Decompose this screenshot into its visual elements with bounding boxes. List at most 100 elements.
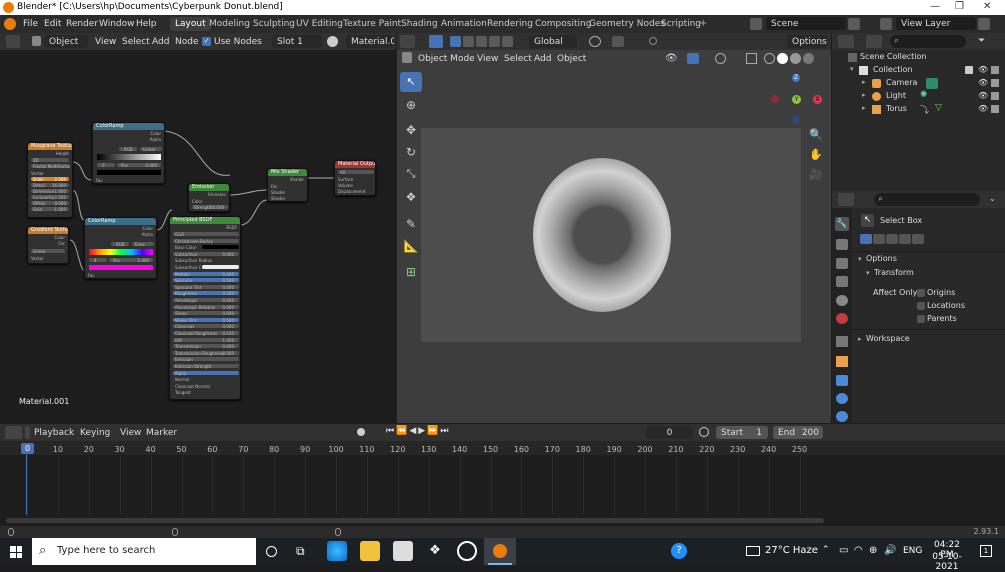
options-expand-icon[interactable]: ▾ xyxy=(858,255,862,263)
overlay-toggle-icon[interactable] xyxy=(715,53,726,64)
timeline-scrollbar[interactable] xyxy=(6,518,824,523)
taskbar-search-input[interactable]: ⌕ Type here to search xyxy=(32,538,256,565)
origins-checkbox[interactable] xyxy=(917,289,925,297)
outliner-search-input[interactable]: ⌕ xyxy=(890,35,966,48)
maximize-icon[interactable]: ❐ xyxy=(955,1,964,12)
collection-checkbox[interactable] xyxy=(965,66,973,74)
workspace-section-header[interactable]: Workspace xyxy=(866,334,910,343)
zoom-icon[interactable]: 🔍 xyxy=(809,128,823,141)
material-sphere-icon[interactable] xyxy=(327,36,338,47)
outliner-item-camera[interactable]: ▸ Camera 👁 xyxy=(832,78,1005,91)
gizmo-x-axis[interactable]: X xyxy=(813,95,822,104)
weather-text[interactable]: 27°C Haze xyxy=(765,545,818,556)
field-value[interactable]: 1.000 xyxy=(55,207,66,212)
clock-date[interactable]: 05-10-2021 xyxy=(926,552,968,572)
menu-view[interactable]: View xyxy=(477,54,498,64)
bsdf-input-value[interactable]: 0.000 xyxy=(223,298,234,303)
view-layer-icon[interactable] xyxy=(880,18,892,30)
play-reverse-icon[interactable]: ◀ xyxy=(409,426,418,436)
node-emission[interactable]: Emission Emission Color Strength 10.000 xyxy=(188,183,230,212)
expand-arrow-icon[interactable]: ▸ xyxy=(862,104,866,112)
menu-add[interactable]: Add xyxy=(534,54,551,64)
menu-help[interactable]: Help xyxy=(136,19,157,29)
rotate-tool-icon[interactable]: ↻ xyxy=(400,142,422,162)
filter-icon[interactable]: ⏷ xyxy=(978,36,985,46)
gizmo-neg-z[interactable] xyxy=(792,116,800,124)
display-mode-icon[interactable] xyxy=(866,35,882,48)
field-value[interactable]: 16.000 xyxy=(52,183,66,188)
eye-icon[interactable]: 👁 xyxy=(978,91,988,100)
gizmo-y-axis[interactable]: Y xyxy=(792,95,801,104)
gizmo-toggle-icon[interactable] xyxy=(687,53,699,64)
weather-widget-icon[interactable] xyxy=(746,546,760,556)
dropbox-icon[interactable]: ❖ xyxy=(425,541,445,561)
select-mode-intersect-icon[interactable] xyxy=(502,36,513,47)
color-mode-dropdown[interactable]: RGB xyxy=(116,242,125,247)
field-value[interactable]: 1.000 xyxy=(138,258,149,263)
windows-start-icon[interactable] xyxy=(10,546,22,558)
node-colorramp-1[interactable]: ColorRamp Color Alpha RGB Linear 0 Pos 0… xyxy=(92,122,165,184)
object-mode-dropdown[interactable]: Object Mode xyxy=(413,52,475,65)
start-frame-field[interactable]: Start 1 xyxy=(716,426,768,439)
camera-render-icon[interactable] xyxy=(991,105,999,113)
bsdf-input-value[interactable]: 0.000 xyxy=(223,252,234,257)
edge-icon[interactable] xyxy=(327,541,347,561)
stop-index[interactable]: 4 xyxy=(94,258,97,263)
proportional-edit-icon[interactable] xyxy=(649,37,657,45)
field-value[interactable]: 2.500 xyxy=(55,195,66,200)
transform-expand-icon[interactable]: ▾ xyxy=(866,269,870,277)
network-globe-icon[interactable]: ⊕ xyxy=(869,545,877,556)
camera-render-icon[interactable] xyxy=(991,79,999,87)
bsdf-input-value[interactable]: 0.000 xyxy=(223,324,234,329)
editor-type-icon[interactable] xyxy=(838,193,854,206)
editor-type-icon[interactable] xyxy=(400,35,415,48)
collection-tab-icon[interactable] xyxy=(836,336,848,347)
menu-edit[interactable]: Edit xyxy=(44,19,61,29)
properties-search-input[interactable]: ⌕ xyxy=(874,193,980,206)
scene-selector[interactable]: Scene xyxy=(766,17,846,30)
annotate-tool-icon[interactable]: ✎ xyxy=(400,214,422,234)
options-dropdown[interactable]: Options xyxy=(787,35,827,48)
parents-checkbox[interactable] xyxy=(917,315,925,323)
scene-tab-icon[interactable] xyxy=(836,295,848,306)
transform-section-header[interactable]: Transform xyxy=(874,268,914,277)
stop-color-swatch[interactable] xyxy=(89,265,153,270)
interp-dropdown[interactable]: Ease xyxy=(135,242,145,247)
transform-tool-icon[interactable]: ❖ xyxy=(400,187,422,207)
scale-tool-icon[interactable]: ⤡ xyxy=(400,164,422,184)
add-cube-tool-icon[interactable]: ⊞ xyxy=(400,262,422,282)
xray-toggle-icon[interactable] xyxy=(746,53,757,64)
notifications-icon[interactable]: 1 xyxy=(980,545,992,557)
menu-file[interactable]: File xyxy=(23,19,38,29)
stop-color-swatch[interactable] xyxy=(97,170,161,175)
camera-render-icon[interactable] xyxy=(991,92,999,100)
visibility-eye-icon[interactable]: 👁 xyxy=(665,53,678,64)
outliner-item-light[interactable]: ▸ Light ✺ 👁 xyxy=(832,90,1005,104)
scene-icon[interactable] xyxy=(750,18,762,30)
battery-icon[interactable]: ▭ xyxy=(839,545,848,556)
menu-add[interactable]: Add xyxy=(152,37,169,47)
chevron-icon[interactable] xyxy=(25,426,30,439)
workspace-expand-icon[interactable]: ▸ xyxy=(858,335,862,343)
interp-dropdown[interactable]: Linear xyxy=(143,147,155,152)
measure-tool-icon[interactable]: 📐 xyxy=(400,236,422,256)
play-icon[interactable]: ▶ xyxy=(418,426,427,436)
stop-index[interactable]: 0 xyxy=(102,163,105,168)
solid-shading-icon[interactable] xyxy=(777,53,788,64)
help-icon[interactable]: ? xyxy=(671,543,687,559)
select-mode-new-icon[interactable] xyxy=(860,234,872,244)
wireframe-shading-icon[interactable] xyxy=(764,53,775,64)
bsdf-input-value[interactable]: 0.000 xyxy=(223,305,234,310)
new-scene-icon[interactable] xyxy=(848,18,860,30)
bsdf-input-value[interactable]: 0.000 xyxy=(223,272,234,277)
expand-arrow-icon[interactable]: ▸ xyxy=(862,91,866,99)
chevron-up-icon[interactable]: ⌃ xyxy=(822,545,830,555)
node-musgrave-texture[interactable]: Musgrave Texture Height 3D Fractal Multi… xyxy=(27,142,73,218)
editor-type-icon[interactable] xyxy=(838,35,854,48)
select-mode-invert-icon[interactable] xyxy=(899,234,911,244)
volume-icon[interactable]: 🔊 xyxy=(884,545,896,556)
snap-icon[interactable] xyxy=(612,36,624,47)
menu-select[interactable]: Select xyxy=(504,54,532,64)
cortana-icon[interactable] xyxy=(266,546,277,557)
minimize-icon[interactable]: — xyxy=(930,1,940,12)
